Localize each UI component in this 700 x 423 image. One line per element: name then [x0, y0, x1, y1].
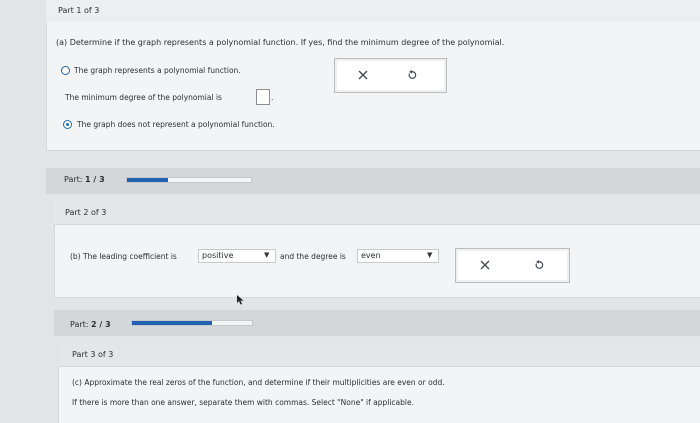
- part2-header-band: [54, 198, 700, 225]
- part3-question: (c) Approximate the real zeros of the fu…: [72, 378, 445, 387]
- part3-header: Part 3 of 3: [72, 350, 114, 359]
- min-degree-label: The minimum degree of the polynomial is: [65, 93, 222, 102]
- part2-progress-label: Part: 2 / 3: [70, 320, 111, 329]
- caret-down-icon[interactable]: ▼: [264, 251, 269, 259]
- progress-label: Part:: [64, 175, 83, 184]
- progress-value: 2 / 3: [91, 320, 111, 329]
- min-degree-input[interactable]: [256, 89, 270, 105]
- option-polynomial-radio[interactable]: [61, 66, 70, 75]
- part1-progress-label: Part: 1 / 3: [64, 175, 105, 184]
- undo-icon[interactable]: [403, 66, 421, 84]
- part1-progress-fill: [127, 178, 169, 182]
- part3-instructions: If there is more than one answer, separa…: [72, 398, 414, 407]
- close-icon[interactable]: [476, 256, 494, 274]
- part1-header: Part 1 of 3: [58, 6, 100, 15]
- option-not-polynomial-label[interactable]: The graph does not represent a polynomia…: [77, 120, 275, 129]
- part1-progress-bar: [126, 177, 252, 183]
- option-polynomial-label[interactable]: The graph represents a polynomial functi…: [74, 66, 241, 75]
- part1-question: (a) Determine if the graph represents a …: [56, 38, 505, 47]
- progress-value: 1 / 3: [85, 175, 105, 184]
- part2-action-box: [455, 248, 570, 283]
- part2-progress-fill: [132, 321, 213, 325]
- part3-header-band: [58, 342, 700, 367]
- undo-icon[interactable]: [530, 256, 548, 274]
- min-degree-period: .: [271, 93, 274, 102]
- part1-action-box: [334, 58, 447, 93]
- caret-down-icon[interactable]: ▼: [427, 251, 432, 259]
- close-icon[interactable]: [354, 66, 372, 84]
- part2-question-middle: and the degree is: [280, 252, 346, 261]
- part3-content-panel: [58, 366, 700, 423]
- mouse-cursor-icon: [237, 290, 245, 309]
- part2-header: Part 2 of 3: [65, 208, 107, 217]
- option-not-polynomial-radio[interactable]: [63, 120, 72, 129]
- part1-header-band: [46, 0, 700, 23]
- progress-label: Part:: [70, 320, 89, 329]
- part2-progress-bar: [131, 320, 253, 326]
- degree-parity-value: even: [361, 251, 381, 260]
- leading-coefficient-value: positive: [202, 251, 234, 260]
- part2-question-prefix: (b) The leading coefficient is: [70, 252, 177, 261]
